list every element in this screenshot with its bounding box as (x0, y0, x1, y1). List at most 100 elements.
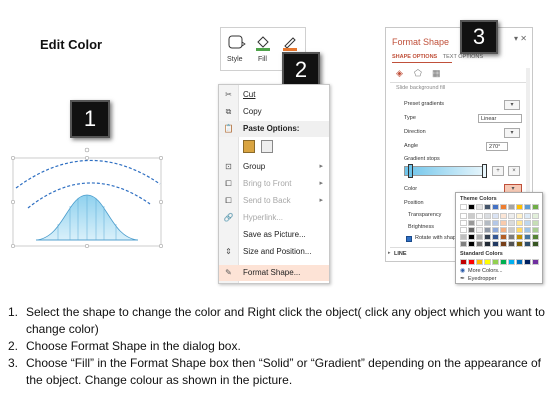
theme-color-swatch[interactable] (508, 213, 515, 219)
standard-color-swatch[interactable] (460, 259, 467, 265)
standard-color-swatch[interactable] (532, 259, 539, 265)
style-label[interactable]: Style (227, 56, 243, 63)
standard-color-swatch[interactable] (516, 259, 523, 265)
add-stop-icon[interactable]: + (492, 166, 504, 176)
theme-color-swatch[interactable] (532, 220, 539, 226)
theme-color-swatch[interactable] (484, 213, 491, 219)
theme-color-swatch[interactable] (524, 227, 531, 233)
theme-color-swatch[interactable] (500, 241, 507, 247)
menu-item-copy[interactable]: ⧉ Copy (219, 104, 329, 120)
fill-label[interactable]: Fill (258, 56, 267, 63)
pen-outline-icon[interactable] (281, 33, 299, 51)
angle-input[interactable]: 270° (486, 142, 508, 151)
theme-color-swatch[interactable] (476, 220, 483, 226)
theme-color-swatch[interactable] (476, 234, 483, 240)
more-colors-option[interactable]: More Colors... (468, 268, 503, 274)
theme-color-swatch[interactable] (524, 213, 531, 219)
eyedropper-option[interactable]: Eyedropper (468, 276, 496, 282)
close-icon[interactable]: ▾ ✕ (514, 34, 527, 43)
theme-color-swatch[interactable] (468, 227, 475, 233)
menu-item-bring-to-front[interactable]: ⧠ Bring to Front ▸ (219, 176, 329, 192)
theme-color-swatch[interactable] (524, 241, 531, 247)
tab-shape-options[interactable]: SHAPE OPTIONS (392, 54, 437, 60)
menu-item-group[interactable]: ⊡ Group ▸ (219, 159, 329, 175)
theme-color-swatch[interactable] (460, 213, 467, 219)
menu-item-hyperlink[interactable]: 🔗 Hyperlink... (219, 210, 329, 226)
theme-color-swatch[interactable] (524, 234, 531, 240)
theme-color-swatch[interactable] (532, 213, 539, 219)
theme-color-swatch[interactable] (500, 204, 507, 210)
standard-color-swatch[interactable] (500, 259, 507, 265)
theme-color-swatch[interactable] (468, 234, 475, 240)
theme-color-swatch[interactable] (492, 213, 499, 219)
tab-text-options[interactable]: TEXT OPTIONS (443, 54, 483, 60)
theme-color-swatch[interactable] (516, 227, 523, 233)
expand-arrow-icon[interactable]: ▸ (388, 250, 391, 256)
size-properties-icon[interactable]: ▦ (432, 68, 441, 79)
theme-color-swatch[interactable] (516, 213, 523, 219)
theme-color-swatch[interactable] (532, 227, 539, 233)
line-section-header[interactable]: LINE (394, 251, 407, 257)
theme-color-swatch[interactable] (484, 204, 491, 210)
menu-item-format-shape[interactable]: ✎ Format Shape... (219, 265, 329, 281)
theme-color-swatch[interactable] (492, 227, 499, 233)
standard-color-swatch[interactable] (524, 259, 531, 265)
theme-color-swatch[interactable] (460, 234, 467, 240)
theme-color-swatch[interactable] (532, 234, 539, 240)
standard-color-swatch[interactable] (492, 259, 499, 265)
direction-dropdown[interactable]: ▾ (504, 128, 520, 138)
theme-color-swatch[interactable] (476, 204, 483, 210)
theme-color-swatch[interactable] (524, 204, 531, 210)
shape-styles-icon[interactable] (227, 33, 247, 51)
theme-color-swatch[interactable] (492, 220, 499, 226)
theme-color-swatch[interactable] (492, 234, 499, 240)
menu-item-cut[interactable]: ✂ Cut (219, 87, 329, 103)
theme-color-swatch[interactable] (516, 234, 523, 240)
theme-color-swatch[interactable] (484, 241, 491, 247)
paint-bucket-icon[interactable] (254, 33, 272, 51)
theme-color-swatch[interactable] (508, 227, 515, 233)
theme-color-swatch[interactable] (516, 204, 523, 210)
effects-icon[interactable]: ⬠ (414, 68, 422, 79)
theme-color-swatch[interactable] (500, 227, 507, 233)
theme-color-swatch[interactable] (508, 204, 515, 210)
theme-color-swatch[interactable] (468, 213, 475, 219)
theme-color-swatch[interactable] (500, 234, 507, 240)
theme-color-swatch[interactable] (484, 220, 491, 226)
menu-item-send-to-back[interactable]: ⧠ Send to Back ▸ (219, 193, 329, 209)
theme-color-swatch[interactable] (460, 220, 467, 226)
rotate-checkbox[interactable] (406, 236, 412, 242)
theme-color-swatch[interactable] (460, 227, 467, 233)
theme-color-swatch[interactable] (468, 241, 475, 247)
gradient-stops-bar[interactable] (404, 166, 486, 176)
theme-color-swatch[interactable] (476, 241, 483, 247)
menu-item-size-and-position[interactable]: ⇕ Size and Position... (219, 244, 329, 260)
standard-color-swatch[interactable] (484, 259, 491, 265)
theme-color-swatch[interactable] (508, 234, 515, 240)
gradient-stop-handle[interactable] (408, 164, 413, 178)
bell-curve-shape[interactable] (8, 140, 168, 250)
theme-color-swatch[interactable] (532, 241, 539, 247)
theme-color-swatch[interactable] (524, 220, 531, 226)
theme-color-swatch[interactable] (460, 241, 467, 247)
paste-picture-icon[interactable] (261, 140, 273, 153)
theme-color-swatch[interactable] (508, 220, 515, 226)
theme-color-swatch[interactable] (484, 227, 491, 233)
theme-color-swatch[interactable] (476, 213, 483, 219)
theme-color-swatch[interactable] (532, 204, 539, 210)
paste-keep-icon[interactable] (243, 140, 255, 153)
theme-color-swatch[interactable] (500, 213, 507, 219)
preset-gradients-dropdown[interactable]: ▾ (504, 100, 520, 110)
theme-color-swatch[interactable] (492, 241, 499, 247)
gradient-stop-handle[interactable] (482, 164, 487, 178)
theme-color-swatch[interactable] (516, 220, 523, 226)
theme-color-swatch[interactable] (516, 241, 523, 247)
standard-color-swatch[interactable] (468, 259, 475, 265)
standard-color-swatch[interactable] (508, 259, 515, 265)
menu-item-save-as-picture[interactable]: Save as Picture... (219, 227, 329, 243)
remove-stop-icon[interactable]: × (508, 166, 520, 176)
theme-color-swatch[interactable] (500, 220, 507, 226)
slide-background-fill-option[interactable]: Slide background fill (396, 85, 445, 91)
theme-color-swatch[interactable] (460, 204, 467, 210)
theme-color-swatch[interactable] (476, 227, 483, 233)
